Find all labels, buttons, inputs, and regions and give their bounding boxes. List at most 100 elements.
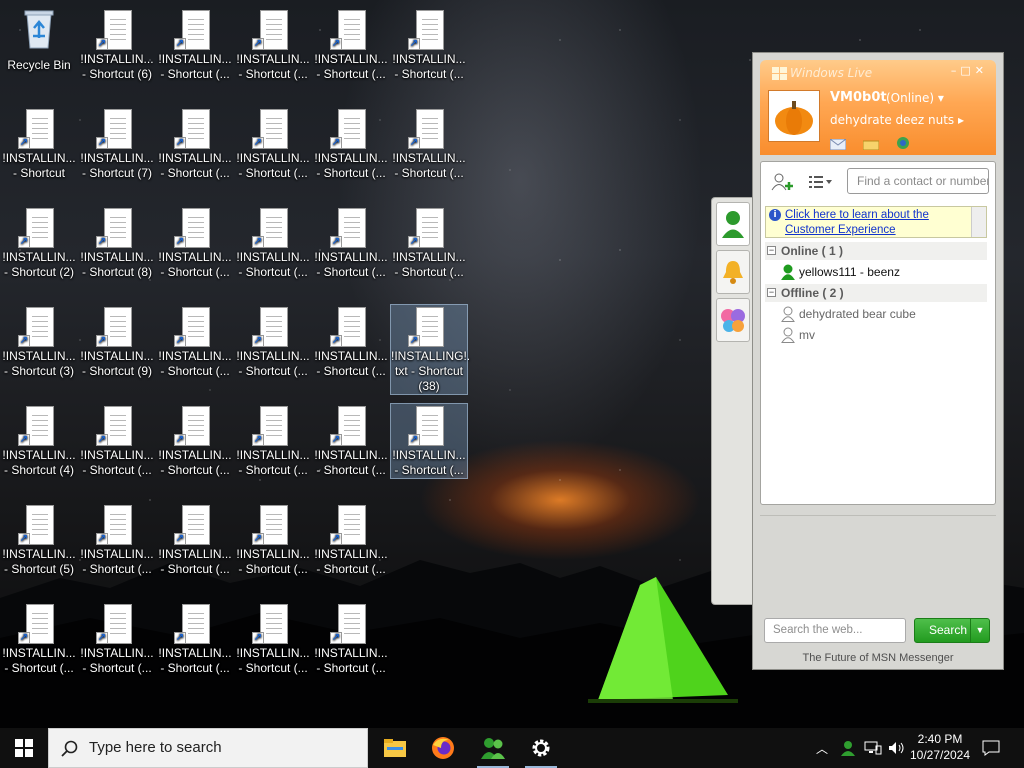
desktop-shortcut-icon[interactable]: ↗ !INSTALLIN... - Shortcut (... — [313, 206, 389, 280]
desktop-shortcut-icon[interactable]: ↗ !INSTALLIN... - Shortcut (3) — [1, 305, 77, 379]
tab-contacts[interactable] — [716, 202, 750, 246]
desktop-shortcut-label: !INSTALLIN... - Shortcut (... — [314, 547, 388, 576]
contact-group-label: Offline ( 2 ) — [781, 286, 844, 300]
shortcut-arrow-icon: ↗ — [408, 236, 420, 248]
notification-center-icon[interactable] — [982, 740, 1000, 756]
start-button[interactable] — [0, 728, 48, 768]
avatar[interactable] — [768, 90, 820, 142]
taskbar-firefox[interactable] — [419, 728, 467, 768]
desktop-shortcut-icon[interactable]: ↗ !INSTALLIN... - Shortcut (... — [157, 107, 233, 181]
desktop-shortcut-label: !INSTALLIN... - Shortcut (... — [80, 547, 154, 576]
desktop-shortcut-icon[interactable]: ↗ !INSTALLIN... - Shortcut — [1, 107, 77, 181]
mail-icon[interactable] — [829, 135, 847, 151]
add-contact-icon[interactable] — [771, 173, 795, 191]
desktop-shortcut-icon[interactable]: ↗ !INSTALLIN... - Shortcut (... — [235, 107, 311, 181]
desktop-shortcut-icon[interactable]: ↗ !INSTALLIN... - Shortcut (... — [235, 602, 311, 676]
list-options-icon[interactable] — [809, 175, 833, 189]
close-icon[interactable]: ✕ — [975, 64, 988, 77]
desktop-shortcut-icon[interactable]: ↗ !INSTALLIN... - Shortcut (... — [391, 107, 467, 181]
desktop-shortcut-icon[interactable]: ↗ !INSTALLIN... - Shortcut (4) — [1, 404, 77, 478]
taskbar-file-explorer[interactable] — [371, 728, 419, 768]
desktop-shortcut-icon[interactable]: ↗ !INSTALLIN... - Shortcut (... — [157, 503, 233, 577]
recycle-bin[interactable]: Recycle Bin — [1, 4, 77, 73]
minimize-icon[interactable]: – — [951, 64, 961, 77]
buddy-icon — [722, 211, 744, 238]
desktop-shortcut-label: !INSTALLIN... - Shortcut (... — [236, 52, 310, 81]
desktop-shortcut-icon[interactable]: ↗ !INSTALLIN... - Shortcut (... — [79, 602, 155, 676]
shortcut-arrow-icon: ↗ — [96, 533, 108, 545]
desktop-shortcut-icon[interactable]: ↗ !INSTALLIN... - Shortcut (... — [313, 8, 389, 82]
text-file-shortcut-icon: ↗ — [174, 406, 210, 446]
desktop-shortcut-icon[interactable]: ↗ !INSTALLIN... - Shortcut (2) — [1, 206, 77, 280]
search-button[interactable]: Search ▼ — [914, 618, 990, 643]
tab-alerts[interactable] — [716, 250, 750, 294]
desktop-shortcut-icon[interactable]: ↗ !INSTALLIN... - Shortcut (... — [313, 503, 389, 577]
desktop-shortcut-icon[interactable]: ↗ !INSTALLIN... - Shortcut (... — [391, 8, 467, 82]
desktop-shortcut-icon[interactable]: ↗ !INSTALLIN... - Shortcut (... — [157, 305, 233, 379]
desktop-shortcut-icon[interactable]: ↗ !INSTALLIN... - Shortcut (... — [1, 602, 77, 676]
desktop-shortcut-icon[interactable]: ↗ !INSTALLIN... - Shortcut (... — [313, 602, 389, 676]
desktop-shortcut-icon[interactable]: ↗ !INSTALLIN... - Shortcut (... — [157, 602, 233, 676]
web-search-input[interactable]: Search the web... — [764, 618, 906, 643]
desktop-shortcut-icon[interactable]: ↗ !INSTALLIN... - Shortcut (... — [235, 404, 311, 478]
desktop-shortcut-icon[interactable]: ↗ !INSTALLING!. txt - Shortcut (38) — [390, 304, 470, 395]
contact-item[interactable]: dehydrated bear cube — [781, 305, 916, 323]
text-file-shortcut-icon: ↗ — [174, 208, 210, 248]
taskbar-clock[interactable]: 2:40 PM 10/27/2024 — [900, 731, 980, 763]
shortcut-arrow-icon: ↗ — [18, 236, 30, 248]
desktop-shortcut-icon[interactable]: ↗ !INSTALLIN... - Shortcut (... — [235, 305, 311, 379]
display-name[interactable]: VM0b0t — [830, 90, 887, 105]
taskbar-messenger[interactable] — [469, 728, 517, 768]
contact-name: mv — [799, 328, 815, 342]
desktop-shortcut-icon[interactable]: ↗ !INSTALLIN... - Shortcut (5) — [1, 503, 77, 577]
chevron-up-icon[interactable]: ︿ — [816, 740, 830, 757]
desktop-shortcut-label: !INSTALLIN... - Shortcut (... — [158, 448, 232, 477]
desktop-shortcut-icon[interactable]: ↗ !INSTALLIN... - Shortcut (6) — [79, 8, 155, 82]
desktop-shortcut-label: !INSTALLIN... - Shortcut (8) — [80, 250, 154, 279]
desktop-shortcut-icon[interactable]: ↗ !INSTALLIN... - Shortcut (9) — [79, 305, 155, 379]
status-dropdown[interactable]: (Online) ▾ — [886, 91, 944, 105]
desktop-shortcut-icon[interactable]: ↗ !INSTALLIN... - Shortcut (... — [235, 503, 311, 577]
desktop-shortcut-icon[interactable]: ↗ !INSTALLIN... - Shortcut (... — [79, 503, 155, 577]
desktop-shortcut-icon[interactable]: ↗ !INSTALLIN... - Shortcut (... — [313, 305, 389, 379]
windows-live-spaces-icon[interactable] — [896, 135, 912, 149]
desktop-shortcut-icon[interactable]: ↗ !INSTALLIN... - Shortcut (7) — [79, 107, 155, 181]
desktop-shortcut-icon[interactable]: ↗ !INSTALLIN... - Shortcut (... — [235, 8, 311, 82]
bell-icon — [723, 261, 743, 284]
contact-group-header[interactable]: − Online ( 1 ) — [765, 242, 987, 260]
chevron-down-icon[interactable]: ▼ — [970, 619, 989, 642]
taskbar-search-box[interactable]: Type here to search — [48, 728, 368, 768]
contact-group-header[interactable]: − Offline ( 2 ) — [765, 284, 987, 302]
customer-experience-link[interactable]: Click here to learn about the Customer E… — [785, 208, 965, 238]
network-icon[interactable] — [864, 741, 882, 755]
shortcut-arrow-icon: ↗ — [252, 335, 264, 347]
collapse-icon[interactable]: − — [767, 246, 776, 255]
text-file-shortcut-icon: ↗ — [18, 604, 54, 644]
desktop-shortcut-icon[interactable]: ↗ !INSTALLIN... - Shortcut (... — [313, 404, 389, 478]
messenger-tray-icon[interactable] — [840, 740, 856, 756]
contact-item[interactable]: mv — [781, 326, 815, 344]
desktop-shortcut-icon[interactable]: ↗ !INSTALLIN... - Shortcut (8) — [79, 206, 155, 280]
text-file-shortcut-icon: ↗ — [252, 109, 288, 149]
desktop-shortcut-icon[interactable]: ↗ !INSTALLIN... - Shortcut (... — [235, 206, 311, 280]
desktop-shortcut-icon[interactable]: ↗ !INSTALLIN... - Shortcut (... — [79, 404, 155, 478]
contact-item[interactable]: yellows111 - beenz — [781, 263, 900, 281]
find-contact-input[interactable]: Find a contact or number... — [847, 168, 989, 194]
messenger-side-tabs — [711, 197, 753, 605]
desktop-shortcut-icon[interactable]: ↗ !INSTALLIN... - Shortcut (... — [391, 206, 467, 280]
desktop-shortcut-icon[interactable]: ↗ !INSTALLIN... - Shortcut (... — [157, 8, 233, 82]
notice-scrollbar[interactable] — [971, 207, 986, 237]
taskbar-settings[interactable] — [517, 728, 565, 768]
desktop-shortcut-icon[interactable]: ↗ !INSTALLIN... - Shortcut (... — [157, 206, 233, 280]
contact-name: dehydrated bear cube — [799, 307, 916, 321]
tab-social[interactable] — [716, 298, 750, 342]
collapse-icon[interactable]: − — [767, 288, 776, 297]
desktop-shortcut-icon[interactable]: ↗ !INSTALLIN... - Shortcut (... — [390, 403, 468, 479]
text-file-shortcut-icon: ↗ — [330, 109, 366, 149]
text-file-shortcut-icon: ↗ — [408, 406, 444, 446]
maximize-icon[interactable]: □ — [960, 64, 974, 77]
desktop-shortcut-icon[interactable]: ↗ !INSTALLIN... - Shortcut (... — [157, 404, 233, 478]
personal-message[interactable]: dehydrate deez nuts ▸ — [830, 113, 964, 127]
folder-icon[interactable] — [862, 135, 880, 151]
desktop-shortcut-icon[interactable]: ↗ !INSTALLIN... - Shortcut (... — [313, 107, 389, 181]
